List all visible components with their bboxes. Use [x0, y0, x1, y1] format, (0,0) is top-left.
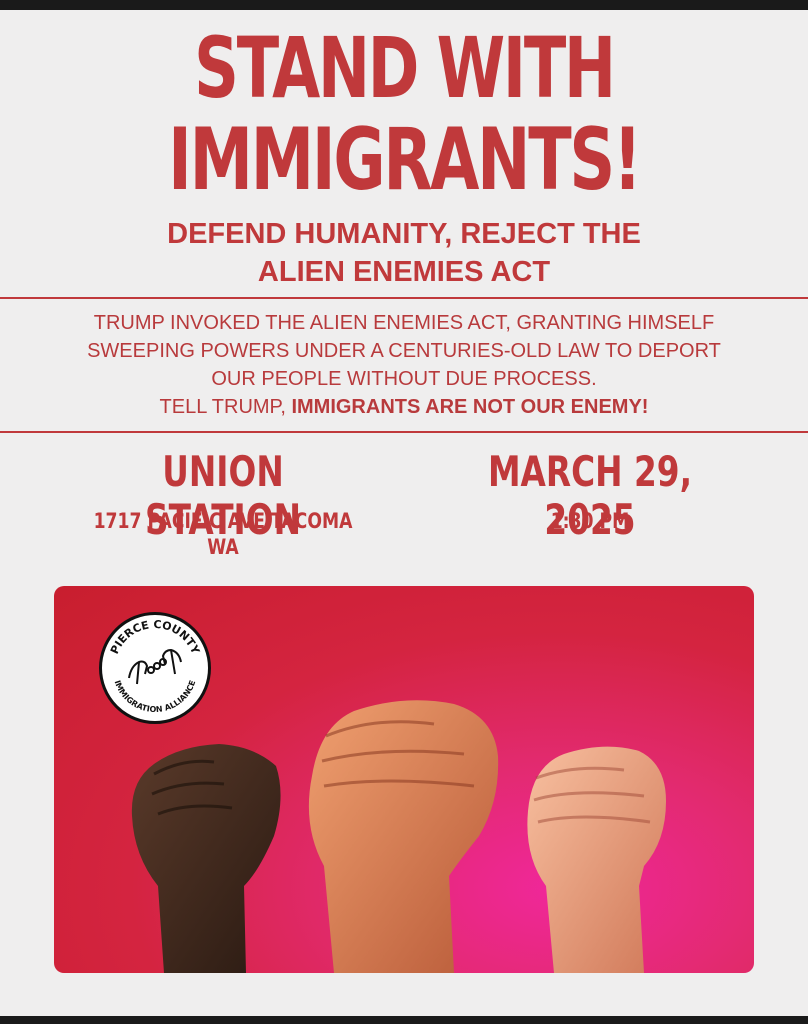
broken-chain-hands-icon: [128, 648, 182, 685]
subheadline-line-2: ALIEN ENEMIES ACT: [257, 256, 551, 288]
logo-top-text: PIERCE COUNTY: [108, 618, 202, 657]
body-line-4-emphasis: IMMIGRANTS ARE NOT OUR ENEMY!: [291, 396, 649, 418]
event-time: 1:30 PM: [550, 509, 630, 533]
fist-middle: [308, 700, 499, 973]
subheadline-line-1: DEFEND HUMANITY, REJECT THE: [167, 218, 641, 250]
divider-bottom: [0, 431, 808, 433]
body-line-3: OUR PEOPLE WITHOUT DUE PROCESS.: [211, 368, 597, 390]
raised-fists-photo: PIERCE COUNTY IMMIGRATION ALLIANCE: [54, 586, 754, 973]
divider-top: [0, 297, 808, 299]
headline-line-1: STAND WITH: [194, 19, 616, 117]
headline-line-2: IMMIGRANTS!: [168, 110, 642, 210]
body-line-2: SWEEPING POWERS UNDER A CENTURIES-OLD LA…: [87, 340, 721, 362]
body-line-4: TELL TRUMP, IMMIGRANTS ARE NOT OUR ENEMY…: [0, 393, 808, 421]
body-line-1: TRUMP INVOKED THE ALIEN ENEMIES ACT, GRA…: [93, 312, 715, 334]
pierce-county-immigration-alliance-logo: PIERCE COUNTY IMMIGRATION ALLIANCE: [99, 612, 211, 724]
event-address: 1717 PACIFIC AVE TACOMA WA: [93, 509, 353, 559]
logo-bottom-text: IMMIGRATION ALLIANCE: [113, 679, 198, 714]
flyer: STAND WITH IMMIGRANTS! DEFEND HUMANITY, …: [0, 10, 808, 1016]
fist-left: [131, 744, 281, 973]
body-line-4-prefix: TELL TRUMP,: [159, 396, 292, 418]
logo-mark: PIERCE COUNTY IMMIGRATION ALLIANCE: [108, 618, 202, 714]
fist-right: [527, 746, 666, 973]
